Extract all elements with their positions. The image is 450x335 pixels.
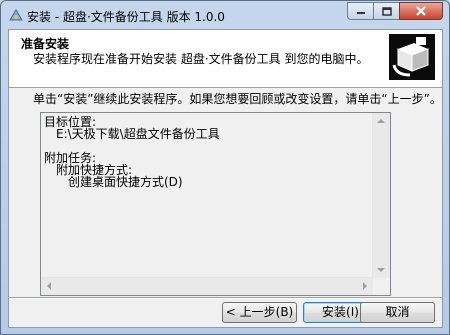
page-subtitle: 安装程序现在准备开始安装 超盘·文件备份工具 到您的电脑中。 xyxy=(33,52,369,66)
arrow-left-icon[interactable] xyxy=(46,282,52,290)
minimize-button[interactable] xyxy=(347,2,373,20)
window-title: 安装 - 超盘·文件备份工具 版本 1.0.0 xyxy=(27,10,225,24)
close-icon xyxy=(416,6,426,16)
cancel-button[interactable]: 取消 xyxy=(360,302,435,323)
memo-tasks-item: 创建桌面快捷方式(D) xyxy=(68,175,183,189)
scrollbar-corner xyxy=(373,278,390,295)
vertical-scrollbar[interactable] xyxy=(372,113,390,278)
horizontal-scrollbar[interactable] xyxy=(41,277,373,295)
installer-window: 安装 - 超盘·文件备份工具 版本 1.0.0 准备安装 安装程序现在准备开始安… xyxy=(0,0,450,335)
installer-box-icon xyxy=(386,31,438,83)
app-icon xyxy=(9,9,23,21)
arrow-down-icon[interactable] xyxy=(377,267,385,273)
minimize-icon xyxy=(356,12,365,14)
instruction-text: 单击“安装”继续此安装程序。如果您想要回顾或改变设置，请单击“上一步”。 xyxy=(33,92,442,106)
divider xyxy=(9,297,442,299)
wizard-header: 准备安装 安装程序现在准备开始安装 超盘·文件备份工具 到您的电脑中。 xyxy=(9,30,442,88)
wizard-page: 准备安装 安装程序现在准备开始安装 超盘·文件备份工具 到您的电脑中。 单击“安… xyxy=(8,29,443,328)
maximize-icon xyxy=(381,6,392,16)
arrow-right-icon[interactable] xyxy=(362,282,368,290)
close-button[interactable] xyxy=(399,2,443,20)
maximize-button[interactable] xyxy=(373,2,399,20)
ready-memo[interactable]: 目标位置: E:\天极下载\超盘文件备份工具 附加任务: 附加快捷方式: 创建桌… xyxy=(40,112,391,296)
memo-dest-value: E:\天极下载\超盘文件备份工具 xyxy=(56,127,220,141)
arrow-up-icon[interactable] xyxy=(377,118,385,124)
back-button[interactable]: < 上一步(B) xyxy=(222,302,297,323)
window-controls xyxy=(347,2,443,20)
title-bar[interactable]: 安装 - 超盘·文件备份工具 版本 1.0.0 xyxy=(1,1,449,29)
